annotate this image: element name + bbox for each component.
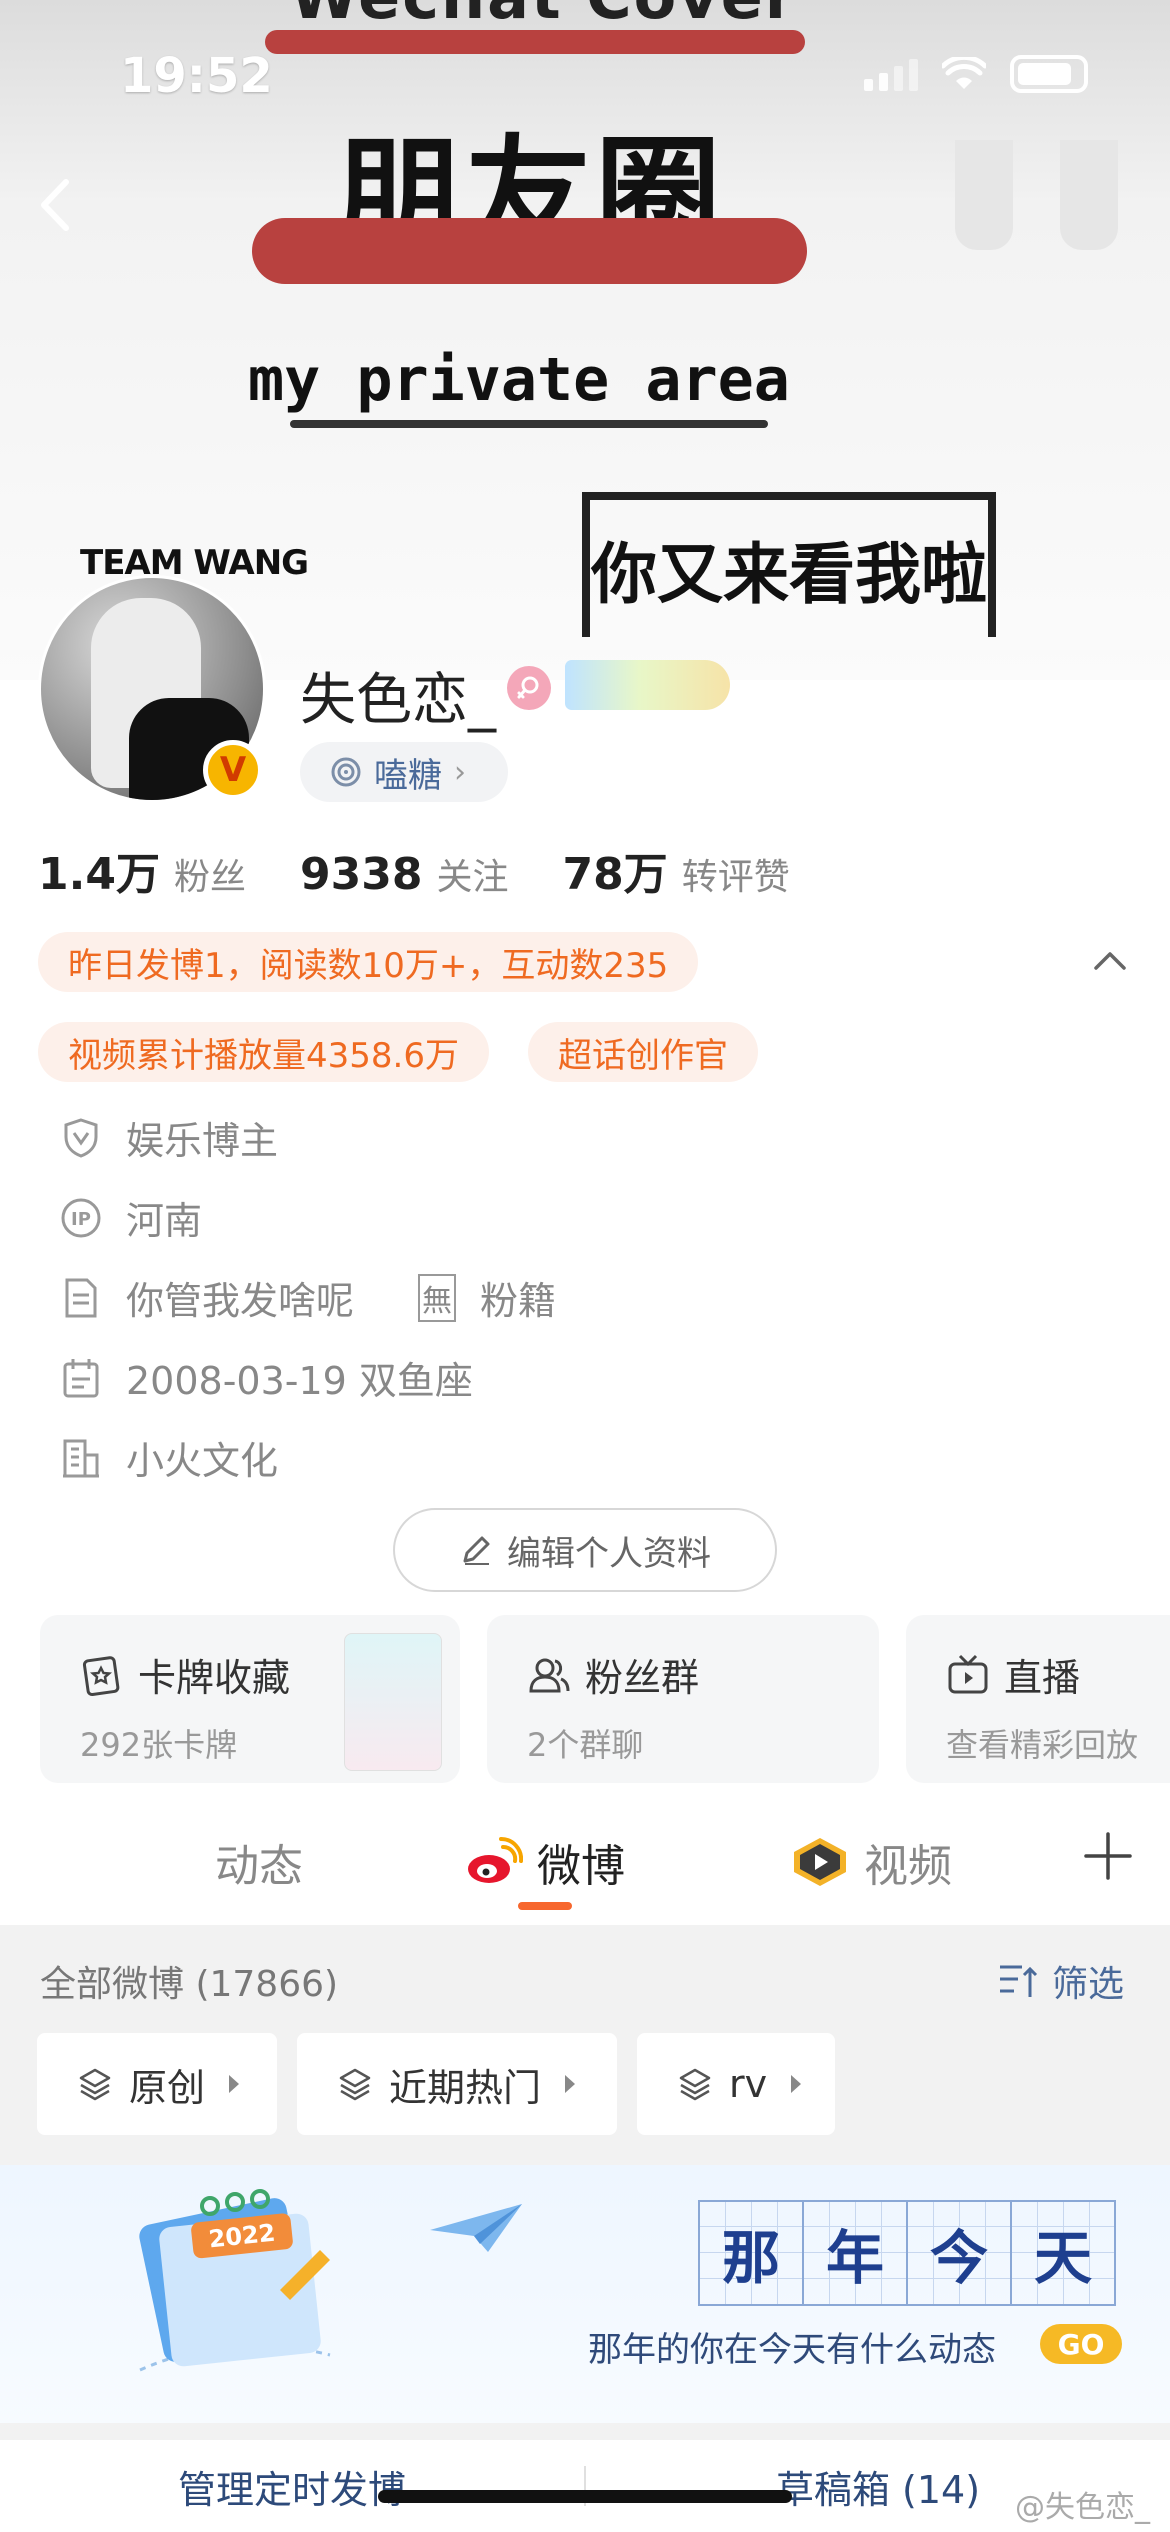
filter-icon [999,1965,1038,1997]
super-topic-chip[interactable]: 超话创作官 [528,1022,758,1082]
plus-icon[interactable] [1082,1830,1134,1882]
tab-dynamic[interactable]: 动态 [215,1830,303,1894]
go-button[interactable]: GO [1040,2324,1122,2364]
chevron-up-icon[interactable] [1088,940,1132,984]
active-tab-indicator [518,1902,572,1910]
banner-subtitle: 那年的你在今天有什么动态 [588,2330,996,2370]
home-indicator [378,2490,792,2503]
card-thumbnail [344,1633,442,1771]
video-plays-chip[interactable]: 视频累计播放量4358.6万 [38,1022,489,1082]
card-collection[interactable]: 卡牌收藏 292张卡牌 [40,1615,460,1783]
filter-original-button[interactable]: 原创 [37,2033,277,2135]
wifi-icon [942,57,986,89]
battery-icon [1010,55,1088,93]
tag-pill[interactable]: 嗑糖 › [300,742,508,802]
status-icons [864,55,1088,93]
signal-icon [864,57,918,91]
tag-label: 嗑糖 [374,755,442,796]
tab-bar: 动态 微博 视频 [0,1800,1170,1920]
tv-icon [948,1654,988,1693]
stat-likes[interactable]: 78万 转评赞 [562,838,789,902]
cover-box: 你又来看我啦 [582,492,996,637]
info-company: 小火文化 [60,1430,278,1485]
verified-badge-icon: V [203,740,263,800]
info-birthday: 2008-03-19 双鱼座 [60,1350,473,1405]
svg-text:IP: IP [71,1209,91,1230]
cover-red-bar-large [252,218,807,284]
stats-row: 1.4万 粉丝 9338 关注 78万 转评赞 [38,838,790,902]
caret-right-icon [229,2075,240,2093]
paper-plane-icon [430,2204,522,2252]
video-icon [794,1838,846,1886]
cover-box-text: 你又来看我啦 [591,535,987,613]
layers-icon [339,2068,371,2101]
edit-profile-button[interactable]: 编辑个人资料 [393,1508,777,1592]
group-icon [529,1658,570,1692]
filter-trending-button[interactable]: 近期热门 [297,2033,617,2135]
ip-icon: IP [60,1197,102,1239]
filter-button[interactable]: 筛选 [998,1955,1124,2007]
calendar-icon [60,1357,102,1399]
stat-followers[interactable]: 1.4万 粉丝 [38,838,246,902]
scheduled-posts-button[interactable]: 管理定时发博 [0,2440,584,2532]
back-icon[interactable] [28,170,88,240]
member-decoration-icon[interactable] [565,660,730,710]
fan-label: 粉籍 [480,1279,557,1323]
layers-icon [679,2068,711,2101]
cover-top-text: Wechat Cover [290,0,797,33]
female-icon [507,666,551,710]
calendar-illustration-icon: 2022 [139,2189,331,2372]
caret-right-icon [565,2075,576,2093]
card-fan-group[interactable]: 粉丝群 2个群聊 [487,1615,879,1783]
chevron-right-icon: › [454,754,466,790]
info-role: 娱乐博主 [60,1110,278,1165]
on-this-day-title: 那 年 今 天 [698,2200,1116,2306]
cover-subtitle: my private area [248,345,790,415]
info-bio: 你管我发啥呢 無粉籍 [60,1270,556,1325]
all-weibo-count: 全部微博 (17866) [40,1964,339,2005]
tab-weibo[interactable]: 微博 [465,1830,625,1894]
shield-icon [60,1117,102,1159]
document-icon [60,1277,102,1319]
layers-icon [79,2068,111,2101]
caret-right-icon [791,2075,802,2093]
profile-page: { "status_bar": {"time": "19:52"}, "cove… [0,0,1170,2532]
building-icon [60,1437,102,1479]
fan-badge: 無 [418,1273,457,1322]
info-location: IP 河南 [60,1190,202,1245]
filter-rv-button[interactable]: rv [637,2033,835,2135]
cover-decoration [1060,140,1118,250]
bottom-actions: 管理定时发博 草稿箱 (14) [0,2440,1170,2532]
card-live[interactable]: 直播 查看精彩回放 [906,1615,1170,1783]
stat-following[interactable]: 9338 关注 [300,848,508,900]
daily-stats-chip[interactable]: 昨日发博1，阅读数10万+，互动数235 [38,932,699,992]
cover-team-text: TEAM WANG [80,543,309,583]
weibo-icon [468,1837,523,1883]
pencil-icon [463,1536,490,1565]
watermark: @失色恋_ [1015,2490,1150,2525]
username: 失色恋_ [300,668,496,733]
status-time: 19:52 [120,48,273,104]
spiral-icon [331,757,361,787]
cover-red-bar [265,30,805,54]
cover-underline [290,420,768,428]
tab-video[interactable]: 视频 [790,1830,952,1894]
card-star-icon [82,1655,120,1696]
cover-decoration [955,140,1013,250]
